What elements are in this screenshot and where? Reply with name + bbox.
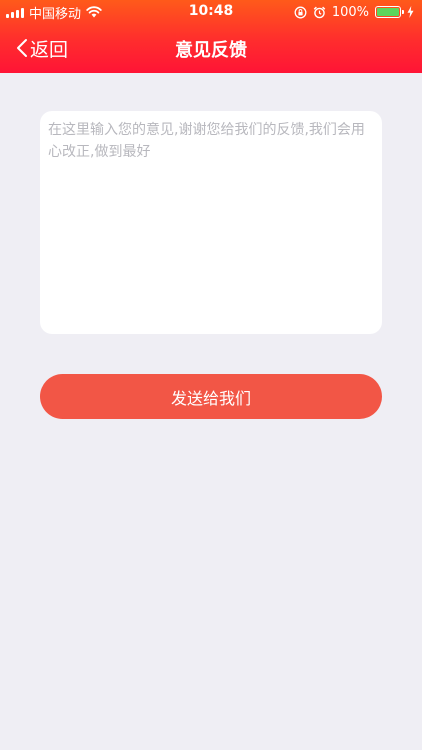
feedback-box: [40, 111, 382, 334]
alarm-icon: [313, 6, 326, 18]
battery-percentage: 100%: [331, 4, 369, 20]
app-header: 中国移动 10:48 100% 返回 意见反馈: [0, 0, 422, 73]
send-button[interactable]: 发送给我们: [40, 374, 382, 419]
status-bar: 中国移动 10:48 100%: [0, 0, 422, 24]
battery-level: [377, 8, 399, 16]
navigation-bar: 返回 意见反馈: [0, 24, 422, 73]
status-bar-right: 100%: [294, 3, 414, 21]
battery-icon: [375, 6, 404, 18]
page-title: 意见反馈: [175, 40, 247, 61]
feedback-input[interactable]: [40, 111, 382, 334]
charging-icon: [407, 6, 414, 18]
orientation-lock-icon: [294, 6, 307, 18]
